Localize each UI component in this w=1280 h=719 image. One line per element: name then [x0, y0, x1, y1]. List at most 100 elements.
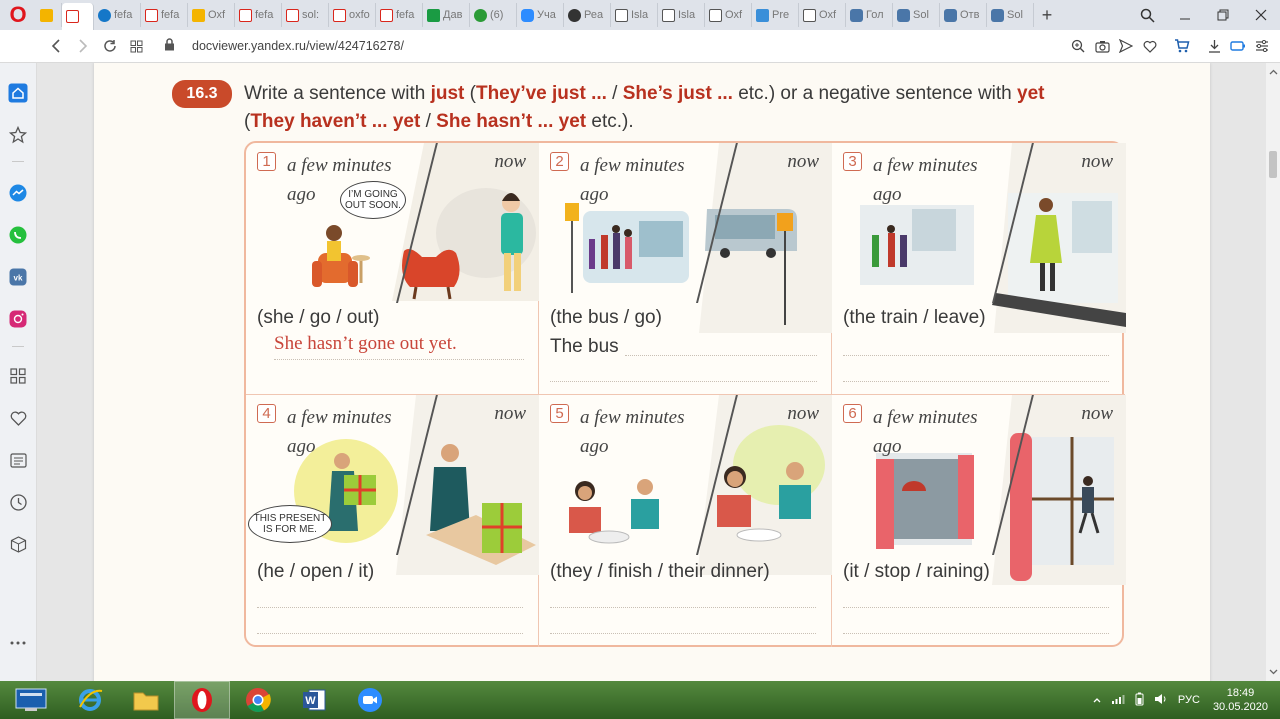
clock[interactable]: 18:49 30.05.2020 — [1213, 686, 1268, 714]
scroll-down-icon[interactable] — [1266, 665, 1280, 679]
document-page: 16.3 Write a sentence with just (They’ve… — [94, 63, 1210, 681]
restore-icon[interactable] — [1204, 0, 1242, 30]
example-she-hasnt: She hasn’t ... yet — [436, 111, 587, 132]
start-button[interactable] — [0, 681, 62, 719]
history-icon[interactable] — [6, 490, 30, 514]
pdf-icon — [380, 8, 393, 22]
bookmarks-icon[interactable] — [6, 123, 30, 147]
file-explorer-icon[interactable] — [118, 681, 174, 719]
close-window-icon[interactable] — [1242, 0, 1280, 30]
document-viewer[interactable]: 16.3 Write a sentence with just (They’ve… — [37, 63, 1266, 681]
word-icon[interactable]: W — [286, 681, 342, 719]
dark-circle-icon — [568, 8, 581, 22]
browser-tab[interactable]: Sol — [987, 3, 1034, 27]
show-hidden-icons[interactable] — [1093, 694, 1101, 706]
answer-line[interactable] — [550, 381, 817, 382]
back-button[interactable] — [42, 30, 69, 63]
item-number: 5 — [550, 404, 569, 423]
browser-tab[interactable]: (6) — [470, 3, 517, 27]
reload-button[interactable] — [96, 30, 123, 63]
item-prompt: (it / stop / raining) — [843, 561, 990, 582]
answer-line[interactable] — [625, 355, 817, 356]
messenger-icon[interactable] — [6, 181, 30, 205]
browser-tab[interactable]: Уча — [517, 3, 564, 27]
browser-tab[interactable]: fefa — [376, 3, 423, 27]
zoom-icon — [521, 8, 534, 22]
easy-setup-icon[interactable] — [1250, 34, 1274, 58]
send-icon[interactable] — [1114, 34, 1138, 58]
browser-tab[interactable]: oxfo — [329, 3, 376, 27]
tab-title: (6) — [490, 9, 504, 21]
shopping-cart-icon[interactable] — [1170, 34, 1194, 58]
browser-tab[interactable] — [36, 3, 62, 27]
download-icon[interactable] — [1202, 34, 1226, 58]
browser-tab[interactable]: Pre — [752, 3, 799, 27]
favorites-heart-icon[interactable] — [6, 406, 30, 430]
extensions-icon[interactable] — [6, 532, 30, 556]
browser-tab[interactable]: fefa — [141, 3, 188, 27]
search-tabs-icon[interactable] — [1128, 0, 1166, 30]
browser-tab[interactable]: Isla — [658, 3, 705, 27]
language-indicator[interactable]: РУС — [1178, 694, 1200, 706]
internet-explorer-icon[interactable] — [62, 681, 118, 719]
scrollbar-thumb[interactable] — [1269, 151, 1277, 178]
speed-dial-button[interactable] — [123, 30, 150, 63]
browser-tab[interactable]: Реа — [564, 3, 611, 27]
answer-line[interactable] — [843, 633, 1109, 634]
answer-line[interactable] — [843, 607, 1109, 608]
news-icon[interactable] — [6, 448, 30, 472]
answer-line[interactable] — [550, 607, 816, 608]
vk-icon — [850, 8, 863, 22]
more-icon[interactable] — [6, 631, 30, 655]
browser-tab[interactable]: fefa — [235, 3, 282, 27]
browser-tab[interactable]: Дав — [423, 3, 470, 27]
battery-icon[interactable] — [1135, 692, 1144, 709]
browser-tab[interactable]: Oxf — [188, 3, 235, 27]
answer-line[interactable] — [257, 607, 523, 608]
whatsapp-icon[interactable] — [6, 223, 30, 247]
tab-title: Sol — [1007, 9, 1023, 21]
chrome-icon[interactable] — [230, 681, 286, 719]
heart-icon[interactable] — [1138, 34, 1162, 58]
answer-line[interactable] — [274, 359, 524, 360]
battery-saver-icon[interactable] — [1226, 34, 1250, 58]
browser-tab[interactable]: Отв — [940, 3, 987, 27]
vertical-scrollbar[interactable] — [1266, 63, 1280, 681]
time-before-label: a few minutes ago — [580, 155, 685, 205]
minimize-icon[interactable] — [1166, 0, 1204, 30]
item-number: 1 — [257, 152, 276, 171]
doc-icon — [709, 8, 722, 22]
home-icon[interactable] — [6, 81, 30, 105]
new-tab-button[interactable]: + — [1034, 0, 1060, 30]
browser-tab[interactable]: Sol — [893, 3, 940, 27]
url-field[interactable]: docviewer.yandex.ru/view/424716278/ — [192, 39, 404, 53]
answer-line[interactable] — [843, 381, 1109, 382]
opera-menu-icon[interactable]: O — [0, 0, 36, 30]
scroll-up-icon[interactable] — [1266, 65, 1280, 79]
browser-tab[interactable] — [62, 3, 94, 30]
browser-tab[interactable]: sol: — [282, 3, 329, 27]
time-now-label: now — [494, 151, 526, 172]
lock-icon[interactable] — [164, 38, 182, 54]
answer-line[interactable] — [257, 633, 523, 634]
network-signal-icon[interactable] — [1111, 694, 1125, 707]
browser-tab[interactable]: Гол — [846, 3, 893, 27]
zoom-icon[interactable] — [1066, 34, 1090, 58]
zoom-app-icon[interactable] — [342, 681, 398, 719]
answer-line[interactable] — [550, 633, 816, 634]
browser-tab[interactable]: Oxf — [799, 3, 846, 27]
answer-line[interactable] — [843, 355, 1109, 356]
forward-button[interactable] — [69, 30, 96, 63]
volume-icon[interactable] — [1154, 693, 1168, 708]
time-before-label: a few minutes ago — [873, 407, 978, 457]
browser-tab[interactable]: Isla — [611, 3, 658, 27]
browser-tab[interactable]: Oxf — [705, 3, 752, 27]
opera-taskbar-icon[interactable] — [174, 681, 230, 719]
vk-icon[interactable]: vk — [6, 265, 30, 289]
answer-starter: The bus — [550, 336, 619, 357]
browser-tab[interactable]: fefa — [94, 3, 141, 27]
workspaces-icon[interactable] — [6, 364, 30, 388]
exercise-item-1: I’M GOING OUT SOON. 1 a few minutes ago … — [246, 143, 539, 395]
instagram-icon[interactable] — [6, 307, 30, 331]
snapshot-icon[interactable] — [1090, 34, 1114, 58]
